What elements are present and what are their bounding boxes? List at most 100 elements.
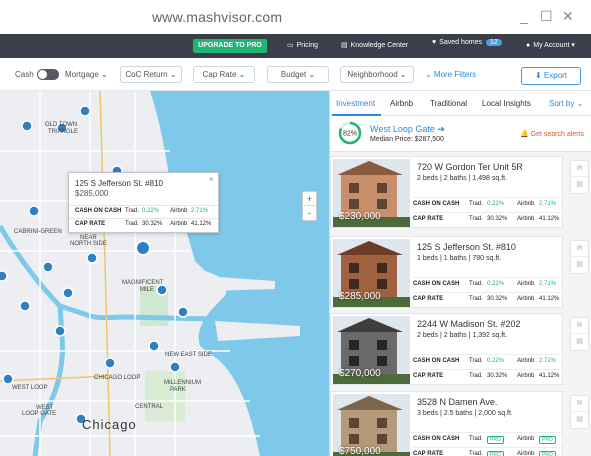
popup-address[interactable]: 125 S Jefferson St. #810 [75,179,163,188]
cash-mortgage-toggle[interactable] [37,69,59,80]
map-view[interactable]: OLD TOWN TRIANGLE CABRINI-GREEN NEAR NOR… [0,91,329,456]
export-button[interactable]: ⬇ Export [521,67,581,85]
property-photo[interactable]: ♡ $750,000 [333,394,410,456]
zoom-in-button[interactable]: + [303,192,316,206]
map-popup[interactable]: 125 S Jefferson St. #810 $285,000 × CASH… [68,172,219,233]
cap-trad-value: 30.32% [142,221,163,227]
coc-airbnb-value: 2.71% [539,358,557,364]
document-icon[interactable]: ▤ [571,177,588,193]
tab-investment[interactable]: Investment [336,99,375,108]
trad-label: Trad. [469,436,483,442]
airbnb-label: Airbnb [517,373,535,379]
pro-badge[interactable]: PRO [539,436,556,444]
pro-badge[interactable]: PRO [487,451,504,456]
property-price: $285,000 [339,291,381,302]
airbnb-label: Airbnb [170,208,188,214]
coc-label: CASH ON CASH [413,436,460,442]
card-side-actions: ✉ ▤ [570,160,589,194]
heart-icon: ♥ [432,39,437,46]
budget-dropdown[interactable]: Budget ⌄ [267,66,329,83]
upgrade-button[interactable]: UPGRADE TO PRO [193,39,267,53]
neighborhood-name[interactable]: West Loop Gate ➜ [370,124,445,135]
property-details: 2 beds | 2 baths | 1,392 sq.ft. [417,332,508,339]
map-label: CHICAGO LOOP [94,375,141,381]
mortgage-label[interactable]: Mortgage ⌄ [65,70,108,79]
cap-rate-dropdown[interactable]: Cap Rate ⌄ [193,66,255,83]
trad-label: Trad. [469,358,483,364]
score-text: 82% [343,131,357,138]
property-card[interactable]: ♡ $285,000 125 S Jefferson St. #810 1 be… [330,236,563,308]
maximize-icon[interactable]: ☐ [540,8,553,25]
email-icon[interactable]: ✉ [571,318,588,334]
saved-label: Saved homes [439,39,482,46]
coc-trad-value: 0.22% [487,281,505,287]
cap-row: CAP RATE Trad. PRO Airbnb PRO [413,447,562,456]
coc-row: CASH ON CASH Trad. 0.22% Airbnb 2.71% [413,197,562,211]
property-address[interactable]: 125 S Jefferson St. #810 [417,242,516,252]
property-address[interactable]: 3528 N Damen Ave. [417,397,497,407]
property-card[interactable]: ♡ $230,000 720 W Gordon Ter Unit 5R 2 be… [330,156,563,228]
email-icon[interactable]: ✉ [571,161,588,177]
coc-return-dropdown[interactable]: CoC Return ⌄ [120,66,182,83]
knowledge-center-link[interactable]: ▤ Knowledge Center [341,41,408,49]
account-menu[interactable]: ● My Account ▾ [526,41,575,49]
browser-chrome: www.mashvisor.com _ ☐ ✕ [0,0,591,34]
top-nav: UPGRADE TO PRO ▭ Pricing ▤ Knowledge Cente… [0,34,591,58]
saved-homes-link[interactable]: ♥ Saved homes 12 [432,39,502,46]
sort-by-dropdown[interactable]: Sort by ⌄ [549,99,583,108]
property-address[interactable]: 2244 W Madison St. #202 [417,319,521,329]
search-alerts-link[interactable]: 🔔 Get search alerts [520,130,584,138]
pro-badge[interactable]: PRO [487,436,504,444]
property-photo[interactable]: ♡ $270,000 [333,316,410,384]
property-photo[interactable]: ♡ $285,000 [333,239,410,307]
minimize-icon[interactable]: _ [520,8,528,24]
document-icon[interactable]: ▤ [571,334,588,350]
email-icon[interactable]: ✉ [571,241,588,257]
map-label: CENTRAL [135,404,164,410]
card-side-actions: ✉ ▤ [570,317,589,351]
tab-traditional[interactable]: Traditional [430,99,467,108]
property-photo[interactable]: ♡ $230,000 [333,159,410,227]
tab-airbnb[interactable]: Airbnb [390,99,413,108]
trad-label: Trad. [125,221,139,227]
property-card[interactable]: ♡ $270,000 2244 W Madison St. #202 2 bed… [330,313,563,385]
cap-label: CAP RATE [413,451,444,456]
cap-label: CAP RATE [413,296,444,302]
document-icon[interactable]: ▤ [571,412,588,428]
favorite-heart-icon[interactable]: ♡ [337,398,346,409]
property-card[interactable]: ♡ $750,000 3528 N Damen Ave. 3 beds | 2.… [330,391,563,456]
coc-trad-value: 0.22% [142,208,160,214]
score-ring: 82% [338,121,362,145]
cap-airbnb-value: 41.12% [539,216,560,222]
pro-badge[interactable]: PRO [539,451,556,456]
favorite-heart-icon[interactable]: ♡ [337,163,346,174]
document-icon[interactable]: ▤ [571,257,588,273]
popup-price: $285,000 [75,189,109,198]
card-side-actions: ✉ ▤ [570,395,589,429]
favorite-heart-icon[interactable]: ♡ [337,243,346,254]
email-icon[interactable]: ✉ [571,396,588,412]
favorite-heart-icon[interactable]: ♡ [337,320,346,331]
coc-label: CASH ON CASH [75,208,122,214]
trad-label: Trad. [469,451,483,456]
map-label: WEST LOOP [12,385,48,391]
neighborhood-dropdown[interactable]: Neighborhood ⌄ [340,66,414,83]
property-address[interactable]: 720 W Gordon Ter Unit 5R [417,162,523,172]
trad-label: Trad. [125,208,139,214]
zoom-out-button[interactable]: - [303,206,316,220]
coc-trad-value: 0.22% [487,358,505,364]
popup-close-icon[interactable]: × [209,175,214,184]
more-filters-link[interactable]: ⌄ More Filters [425,70,476,79]
cap-trad-value: 30.32% [487,296,508,302]
credit-card-icon: ▭ [287,42,294,49]
tab-local-insights[interactable]: Local Insights [482,99,531,108]
external-link-icon: ➜ [437,124,445,134]
pricing-link[interactable]: ▭ Pricing [287,41,318,49]
property-details: 2 beds | 2 baths | 1,498 sq.ft. [417,175,508,182]
map-label: MILLENNIUM [164,380,202,386]
coc-row: CASH ON CASH Trad. PRO Airbnb PRO [413,432,562,446]
alerts-label: Get search alerts [530,131,584,138]
address-bar[interactable]: www.mashvisor.com [152,9,282,25]
close-icon[interactable]: ✕ [562,8,574,25]
property-price: $750,000 [339,446,381,456]
